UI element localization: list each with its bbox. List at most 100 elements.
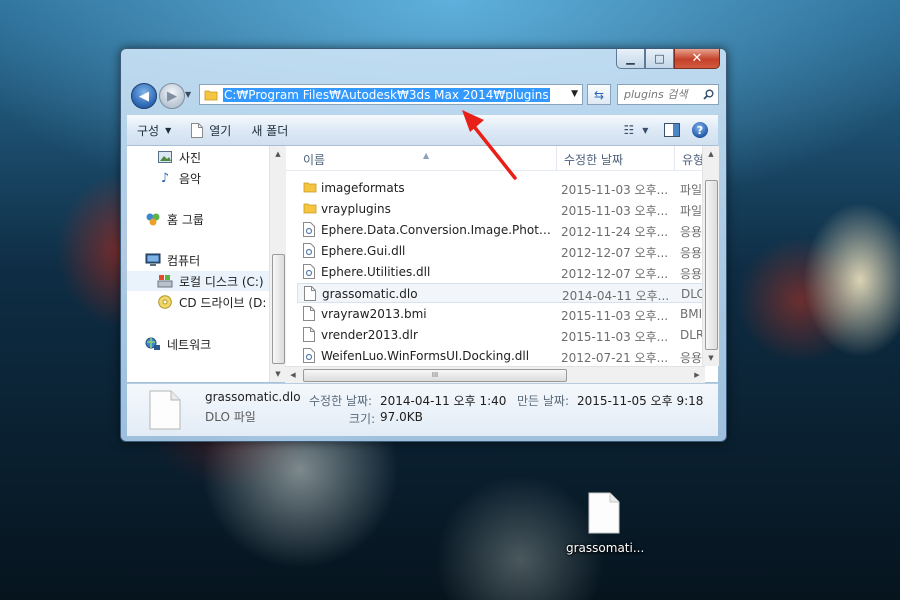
close-button[interactable]: ✕ bbox=[674, 49, 720, 69]
file-name: vrayplugins bbox=[321, 202, 391, 216]
nav-item-label: 네트워크 bbox=[167, 337, 212, 352]
caption-buttons: ▁ □ ✕ bbox=[616, 49, 720, 69]
folder-icon bbox=[303, 201, 317, 217]
back-button[interactable]: ◀ bbox=[131, 83, 157, 109]
details-file-name: grassomatic.dlo bbox=[205, 390, 301, 404]
open-label: 열기 bbox=[209, 123, 232, 138]
desktop-icon-label: grassomati... bbox=[566, 541, 645, 555]
dll-file-icon bbox=[303, 348, 317, 364]
desktop-icon-grassomatic[interactable]: grassomati... bbox=[566, 492, 645, 555]
scroll-thumb[interactable] bbox=[705, 180, 718, 350]
local-disk-icon bbox=[157, 273, 173, 289]
folder-icon bbox=[303, 180, 317, 196]
open-button[interactable]: 열기 bbox=[181, 115, 241, 145]
file-list: ▲ 이름 수정한 날짜 유형 imageformats 2015-11-03 오후… bbox=[285, 146, 718, 382]
file-date: 2015-11-03 오후... bbox=[561, 330, 669, 344]
file-list-vertical-scrollbar[interactable]: ▲ ▼ bbox=[702, 146, 719, 366]
column-header-modified[interactable]: 수정한 날짜 bbox=[564, 151, 623, 168]
nav-item-network[interactable]: 네트워크 bbox=[145, 334, 211, 354]
help-icon: ? bbox=[692, 122, 708, 138]
organize-button[interactable]: 구성 ▼ bbox=[127, 115, 181, 145]
file-row[interactable]: Ephere.Gui.dll 2012-12-07 오후... 응용 bbox=[297, 241, 703, 261]
address-path[interactable]: C:₩Program Files₩Autodesk₩3ds Max 2014₩p… bbox=[223, 88, 550, 102]
file-row[interactable]: vrayraw2013.bmi 2015-11-03 오후... BMI bbox=[297, 304, 703, 324]
arrow-right-icon: ▶ bbox=[167, 88, 177, 104]
file-row[interactable]: imageformats 2015-11-03 오후... 파일 bbox=[297, 178, 703, 198]
file-name: imageformats bbox=[321, 181, 405, 195]
cd-drive-icon bbox=[157, 294, 173, 310]
folder-icon bbox=[204, 90, 218, 101]
file-name: vrender2013.dlr bbox=[321, 328, 418, 342]
search-icon[interactable] bbox=[703, 89, 714, 100]
maximize-button[interactable]: □ bbox=[645, 49, 674, 69]
new-folder-button[interactable]: 새 폴더 bbox=[241, 115, 298, 145]
computer-icon bbox=[145, 252, 161, 268]
details-size-value: 97.0KB bbox=[380, 410, 423, 424]
scroll-up-arrow[interactable]: ▲ bbox=[703, 146, 719, 162]
details-file-type: DLO 파일 bbox=[205, 410, 256, 424]
file-icon bbox=[191, 122, 204, 138]
scroll-left-arrow[interactable]: ◀ bbox=[285, 367, 301, 383]
nav-pane-scrollbar[interactable]: ▲ ▼ bbox=[269, 146, 286, 382]
preview-pane-button[interactable] bbox=[658, 119, 686, 141]
search-box[interactable] bbox=[617, 84, 719, 105]
nav-item-label: 컴퓨터 bbox=[167, 253, 201, 268]
network-icon bbox=[145, 336, 161, 352]
details-modified-label: 수정한 날짜: bbox=[309, 394, 373, 408]
file-name: Ephere.Gui.dll bbox=[321, 244, 406, 258]
file-name: WeifenLuo.WinFormsUI.Docking.dll bbox=[321, 349, 530, 363]
column-divider[interactable] bbox=[674, 146, 675, 170]
content-area: 사진 ♪ 음악 홈 그룹 컴퓨터 로컬 디스크 (C:) CD 드라이브 (D:… bbox=[127, 146, 719, 383]
file-row[interactable]: WeifenLuo.WinFormsUI.Docking.dll 2012-07-… bbox=[297, 346, 703, 366]
file-name: grassomatic.dlo bbox=[322, 287, 418, 301]
dll-file-icon bbox=[303, 243, 317, 259]
homegroup-icon bbox=[145, 211, 161, 227]
file-row[interactable]: Ephere.Data.Conversion.Image.Photosho...… bbox=[297, 220, 703, 240]
scroll-thumb[interactable] bbox=[272, 254, 285, 364]
file-name: Ephere.Data.Conversion.Image.Photosho... bbox=[321, 223, 551, 237]
file-date: 2012-11-24 오후... bbox=[561, 225, 669, 239]
file-row[interactable]: grassomatic.dlo 2014-04-11 오후... DLO bbox=[297, 283, 706, 303]
recent-pages-dropdown[interactable]: ▼ bbox=[185, 90, 191, 99]
details-size-label: 크기: bbox=[349, 412, 376, 426]
file-row[interactable]: vrender2013.dlr 2015-11-03 오후... DLR bbox=[297, 325, 704, 345]
minimize-button[interactable]: ▁ bbox=[616, 49, 645, 69]
column-header-type[interactable]: 유형 bbox=[682, 151, 704, 168]
nav-item-pictures[interactable]: 사진 bbox=[157, 147, 201, 167]
column-header-name[interactable]: 이름 bbox=[303, 151, 325, 168]
command-bar-right: ☷ ▼ ? bbox=[622, 119, 718, 141]
nav-item-music[interactable]: ♪ 음악 bbox=[157, 168, 201, 188]
music-icon: ♪ bbox=[160, 170, 170, 186]
search-input[interactable] bbox=[624, 88, 696, 101]
address-bar[interactable]: C:₩Program Files₩Autodesk₩3ds Max 2014₩p… bbox=[199, 84, 583, 105]
scroll-thumb[interactable]: III bbox=[303, 369, 567, 382]
file-date: 2015-11-03 오후... bbox=[561, 309, 669, 323]
file-row[interactable]: vrayplugins 2015-11-03 오후... 파일 bbox=[297, 199, 703, 219]
column-header-row: ▲ 이름 수정한 날짜 유형 bbox=[285, 146, 705, 171]
file-list-horizontal-scrollbar[interactable]: ◀ III ▶ bbox=[285, 366, 705, 383]
details-modified-value: 2014-04-11 오후 1:40 bbox=[380, 394, 507, 408]
arrow-left-icon: ◀ bbox=[139, 88, 149, 104]
address-dropdown-icon[interactable]: ▼ bbox=[571, 89, 578, 99]
view-list-icon: ☷ bbox=[623, 123, 635, 137]
chevron-down-icon: ▼ bbox=[642, 125, 649, 135]
scroll-down-arrow[interactable]: ▼ bbox=[270, 366, 286, 382]
file-row[interactable]: Ephere.Utilities.dll 2012-12-07 오후... 응용 bbox=[297, 262, 703, 282]
forward-button[interactable]: ▶ bbox=[159, 83, 185, 109]
scroll-down-arrow[interactable]: ▼ bbox=[703, 350, 719, 366]
explorer-window: ▁ □ ✕ ◀ ▶ ▼ C:₩Program Files₩Autodesk₩3d… bbox=[120, 48, 727, 442]
navigation-row: ◀ ▶ ▼ C:₩Program Files₩Autodesk₩3ds Max … bbox=[129, 81, 719, 111]
details-created-label: 만든 날짜: bbox=[517, 394, 570, 408]
nav-item-computer[interactable]: 컴퓨터 bbox=[145, 250, 200, 270]
scroll-right-arrow[interactable]: ▶ bbox=[689, 367, 705, 383]
nav-item-label: 음악 bbox=[179, 171, 202, 186]
scroll-up-arrow[interactable]: ▲ bbox=[270, 146, 286, 162]
sort-ascending-icon: ▲ bbox=[423, 151, 430, 160]
nav-item-cd-drive[interactable]: CD 드라이브 (D: bbox=[157, 292, 266, 312]
nav-item-local-disk[interactable]: 로컬 디스크 (C:) bbox=[127, 271, 284, 291]
change-view-button[interactable]: ☷ ▼ bbox=[622, 119, 650, 141]
column-divider[interactable] bbox=[556, 146, 557, 170]
refresh-button[interactable]: ⇆ bbox=[587, 84, 611, 105]
nav-item-homegroup[interactable]: 홈 그룹 bbox=[145, 209, 204, 229]
help-button[interactable]: ? bbox=[686, 119, 714, 141]
